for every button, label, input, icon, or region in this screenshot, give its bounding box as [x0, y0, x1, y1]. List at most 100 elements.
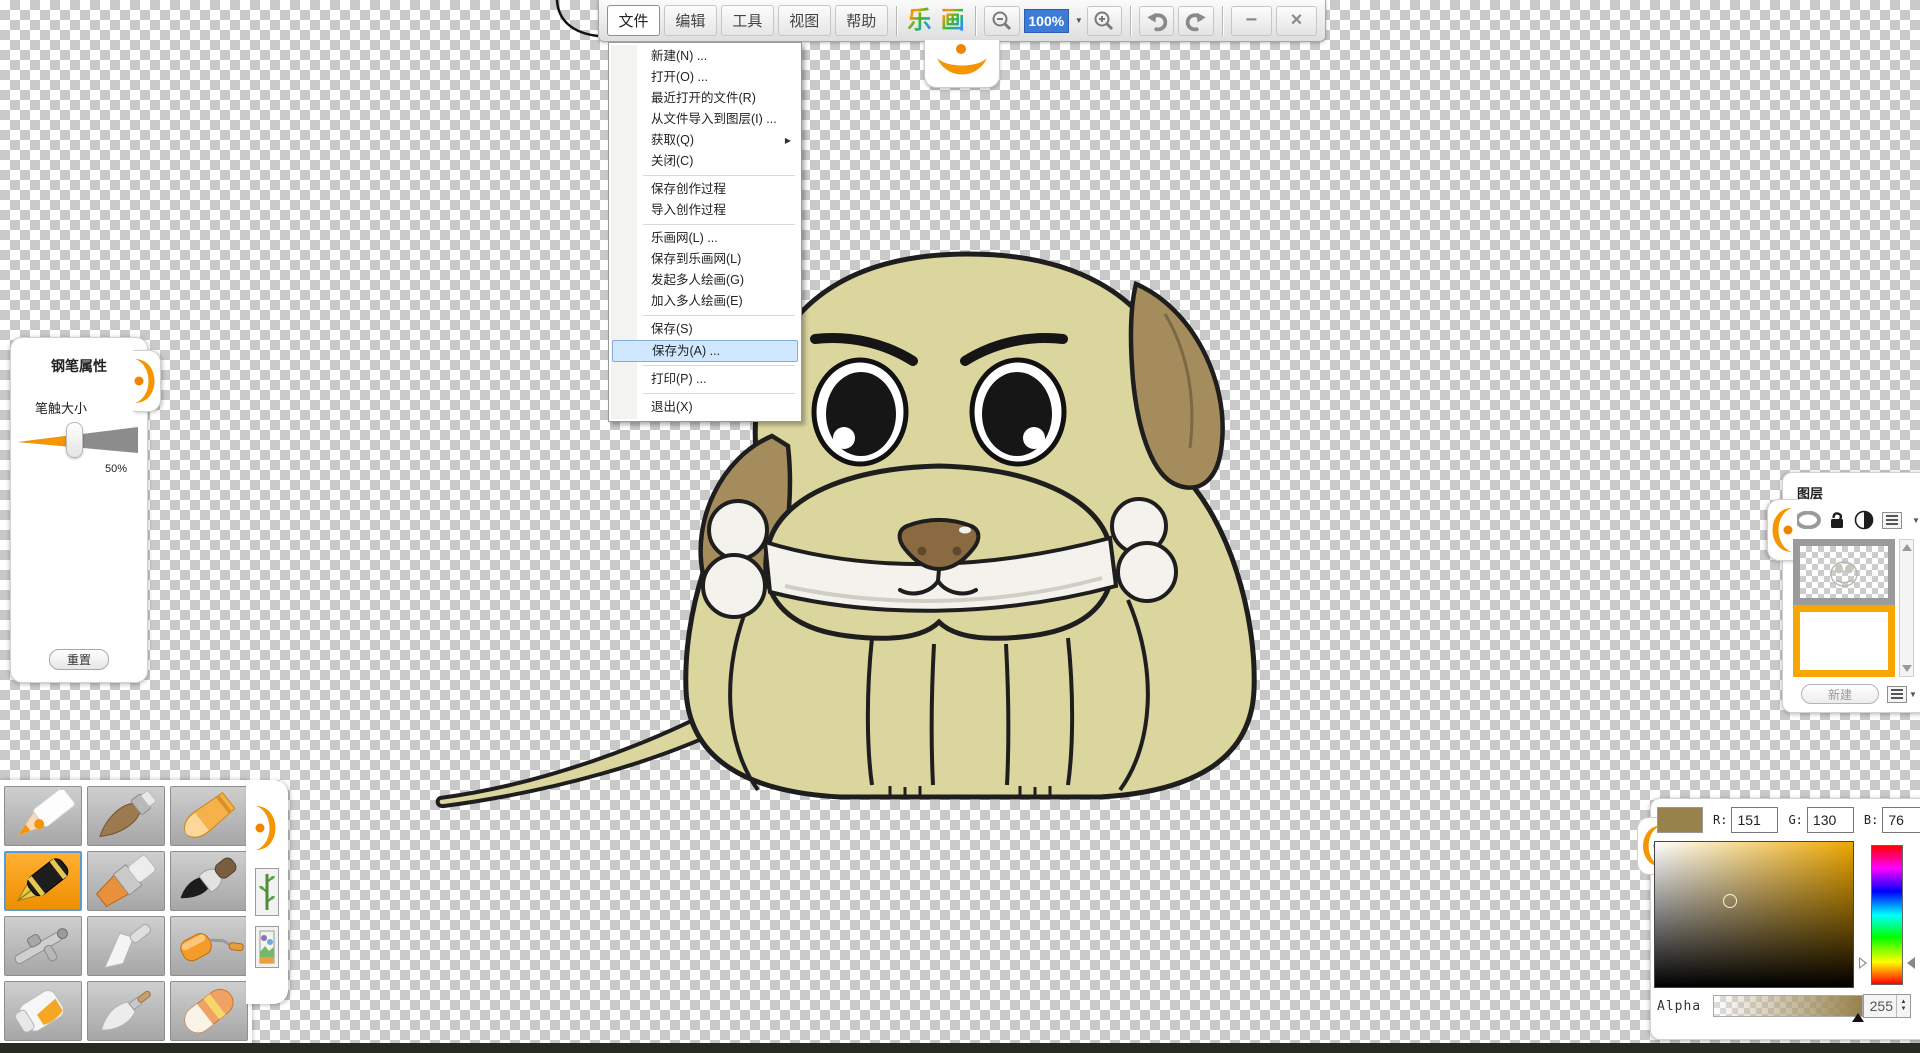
quill-knife-icon [91, 985, 161, 1037]
visibility-icon[interactable] [1795, 511, 1821, 529]
hue-marker-right-icon[interactable] [1907, 957, 1915, 969]
menu-tools[interactable]: 工具 [721, 5, 774, 36]
layer-menu-caret[interactable]: ▼ [1912, 516, 1920, 525]
orange-crescent-icon [133, 351, 159, 411]
reset-button[interactable]: 重置 [49, 649, 109, 670]
tool-wooden-brush[interactable] [87, 786, 165, 846]
tool-quill-knife[interactable] [87, 981, 165, 1041]
alpha-slider[interactable] [1713, 995, 1863, 1017]
tool-ink-brush[interactable] [170, 851, 248, 911]
pen-panel-title: 钢笔属性 [11, 356, 147, 376]
layer-item-active[interactable] [1793, 605, 1895, 677]
tool-paint-jar[interactable] [4, 981, 82, 1041]
redo-button[interactable] [1178, 6, 1213, 36]
layer-list-scrollbar[interactable] [1899, 539, 1914, 677]
layer-sketch-preview [1824, 554, 1864, 590]
tool-paint-roller[interactable] [170, 916, 248, 976]
red-input[interactable] [1731, 807, 1778, 833]
menu-edit[interactable]: 编辑 [664, 5, 717, 36]
menu-item-print[interactable]: 打印(P) ... [609, 369, 801, 390]
layer-menu-icon[interactable] [1882, 512, 1902, 529]
menu-help[interactable]: 帮助 [835, 5, 888, 36]
stamp-picture-button[interactable] [255, 926, 279, 968]
file-menu-dropdown: 新建(N) ... 打开(O) ... 最近打开的文件(R) 从文件导入到图层(… [608, 42, 802, 422]
alpha-spinner-arrows[interactable]: ▲▼ [1896, 995, 1910, 1017]
bamboo-icon [259, 872, 275, 912]
menu-item-save-process[interactable]: 保存创作过程 [609, 179, 801, 200]
opacity-icon[interactable] [1854, 510, 1874, 530]
new-layer-button[interactable]: 新建 [1801, 684, 1879, 704]
alpha-value: 255 [1864, 998, 1896, 1014]
menu-item-save[interactable]: 保存(S) [609, 319, 801, 340]
menu-item-save-to-lehuawang[interactable]: 保存到乐画网(L) [609, 249, 801, 270]
tool-palette-knife[interactable] [87, 916, 165, 976]
layer-options-caret[interactable]: ▼ [1909, 690, 1917, 699]
menu-item-import-process[interactable]: 导入创作过程 [609, 200, 801, 221]
toolbar-divider [1130, 6, 1131, 36]
zoom-in-button[interactable] [1087, 6, 1122, 36]
zoom-dropdown-caret[interactable]: ▼ [1075, 16, 1083, 25]
magnifier-plus-icon [1093, 10, 1115, 32]
menu-item-close-file[interactable]: 关闭(C) [609, 151, 801, 172]
menu-item-lehuawang[interactable]: 乐画网(L) ... [609, 228, 801, 249]
tools-collapse-handle[interactable] [254, 798, 280, 858]
close-button[interactable]: × [1276, 6, 1317, 36]
tool-crayon[interactable] [170, 786, 248, 846]
layers-panel: 图层 ▼ [1782, 472, 1920, 713]
zoom-level-field[interactable]: 100% [1024, 9, 1069, 33]
blue-input[interactable] [1882, 807, 1920, 833]
layer-options-icon[interactable] [1887, 686, 1907, 703]
wooden-brush-icon [91, 790, 161, 842]
paint-roller-icon [174, 920, 244, 972]
brush-size-slider[interactable] [18, 421, 140, 461]
tool-fountain-pen[interactable] [4, 851, 82, 911]
menu-file[interactable]: 文件 [607, 5, 660, 36]
current-color-swatch [1657, 807, 1703, 833]
menu-item-exit[interactable]: 退出(X) [609, 397, 801, 418]
layer-item-sketch[interactable] [1793, 539, 1895, 605]
menu-item-import-to-layer[interactable]: 从文件导入到图层(I) ... [609, 109, 801, 130]
undo-button[interactable] [1139, 6, 1174, 36]
lock-icon[interactable] [1829, 510, 1846, 530]
saturation-value-gradient[interactable] [1654, 841, 1854, 988]
color-cursor[interactable] [1723, 894, 1737, 908]
tool-pencil[interactable] [4, 786, 82, 846]
zoom-out-button[interactable] [984, 6, 1019, 36]
menu-item-save-as[interactable]: 保存为(A) ... [612, 340, 798, 362]
huawang-logo-icon[interactable]: 画 [938, 6, 967, 36]
menu-separator [643, 315, 795, 316]
tool-airbrush[interactable] [4, 916, 82, 976]
orange-crescent-icon [1768, 500, 1794, 560]
eraser-icon [174, 985, 244, 1037]
menu-item-recent-files[interactable]: 最近打开的文件(R) [609, 88, 801, 109]
hue-marker-left-icon[interactable] [1859, 957, 1867, 969]
slider-thumb[interactable] [66, 422, 83, 458]
menu-item-open[interactable]: 打开(O) ... [609, 67, 801, 88]
hue-bar[interactable] [1871, 845, 1903, 985]
airbrush-icon [8, 920, 78, 972]
pen-panel-collapse-handle[interactable] [133, 350, 161, 412]
tools-grid [4, 786, 252, 1041]
tool-eraser[interactable] [170, 981, 248, 1041]
minimize-button[interactable]: − [1231, 6, 1272, 36]
toolbar-divider [975, 6, 976, 36]
green-input[interactable] [1807, 807, 1854, 833]
toolbar-collapse-handle[interactable] [924, 40, 1000, 88]
menu-separator [643, 224, 795, 225]
tools-side-strip [246, 780, 288, 1004]
main-toolbar: 文件 编辑 工具 视图 帮助 乐 画 100% ▼ − [598, 0, 1326, 42]
layer-thumbnail [1800, 546, 1888, 598]
menu-view[interactable]: 视图 [778, 5, 831, 36]
bamboo-tool-button[interactable] [255, 868, 279, 916]
lehua-logo-icon[interactable]: 乐 [905, 6, 934, 36]
tool-flat-brush[interactable] [87, 851, 165, 911]
alpha-spinbox[interactable]: 255 ▲▼ [1863, 994, 1911, 1018]
menu-item-join-multiplayer[interactable]: 加入多人绘画(E) [609, 291, 801, 312]
scroll-down-icon[interactable] [1902, 665, 1912, 672]
scroll-up-icon[interactable] [1902, 544, 1912, 551]
menu-item-acquire[interactable]: 获取(Q)▶ [609, 130, 801, 151]
redo-icon [1184, 9, 1208, 33]
tools-palette-panel [0, 780, 252, 1053]
menu-item-new[interactable]: 新建(N) ... [609, 46, 801, 67]
menu-item-start-multiplayer[interactable]: 发起多人绘画(G) [609, 270, 801, 291]
